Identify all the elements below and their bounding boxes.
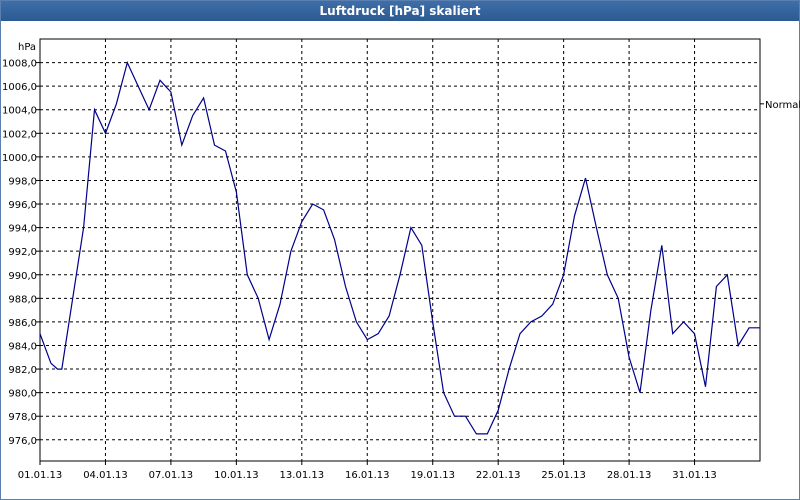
x-tick-label: 25.01.13 (541, 470, 586, 481)
x-tick-label: 04.01.13 (83, 470, 128, 481)
x-axis-ticks: 01.01.13 04.01.13 07.01.13 10.01.13 13.01.13… (18, 461, 717, 481)
y-tick-label: 978,0 (8, 412, 37, 423)
y-tick-label: 1002,0 (2, 129, 37, 140)
pressure-series-line (39, 60, 760, 435)
x-tick-label: 10.01.13 (214, 470, 259, 481)
normal-annotation: Normal (765, 100, 800, 111)
annotation-layer: Normal (760, 100, 800, 111)
chart-grid (40, 39, 760, 461)
y-tick-label: 976,0 (8, 436, 37, 447)
x-tick-label: 07.01.13 (149, 470, 194, 481)
series-layer (39, 60, 760, 435)
y-tick-label: 1000,0 (2, 153, 37, 164)
y-tick-label: 984,0 (8, 341, 37, 352)
x-tick-label: 19.01.13 (410, 470, 455, 481)
x-tick-label: 31.01.13 (672, 470, 717, 481)
y-tick-label: 992,0 (8, 247, 37, 258)
y-tick-label: 990,0 (8, 271, 37, 282)
x-tick-label: 16.01.13 (345, 470, 390, 481)
y-tick-label: 994,0 (8, 224, 37, 235)
x-tick-label: 01.01.13 (18, 470, 63, 481)
x-tick-label: 22.01.13 (476, 470, 521, 481)
plot-area-border (39, 38, 761, 462)
x-tick-label: 28.01.13 (607, 470, 652, 481)
y-tick-label: 1008,0 (2, 59, 37, 70)
y-tick-label: 998,0 (8, 176, 37, 187)
y-tick-label: 1004,0 (2, 106, 37, 117)
y-tick-label: 986,0 (8, 318, 37, 329)
pressure-chart: hPa 976,0978,0980,0982,0984,0986,0988,09… (2, 38, 800, 481)
y-tick-label: 982,0 (8, 365, 37, 376)
x-tick-label: 13.01.13 (280, 470, 325, 481)
y-tick-label: 1006,0 (2, 82, 37, 93)
y-axis-ticks: 976,0 978,0 980,0 982,0 984,0 986,0 988,0 990,0… (2, 59, 40, 447)
y-tick-label: 988,0 (8, 294, 37, 305)
y-tick-label: 980,0 (8, 389, 37, 400)
y-tick-label: 996,0 (8, 200, 37, 211)
y-axis-unit-label: hPa (18, 42, 36, 53)
